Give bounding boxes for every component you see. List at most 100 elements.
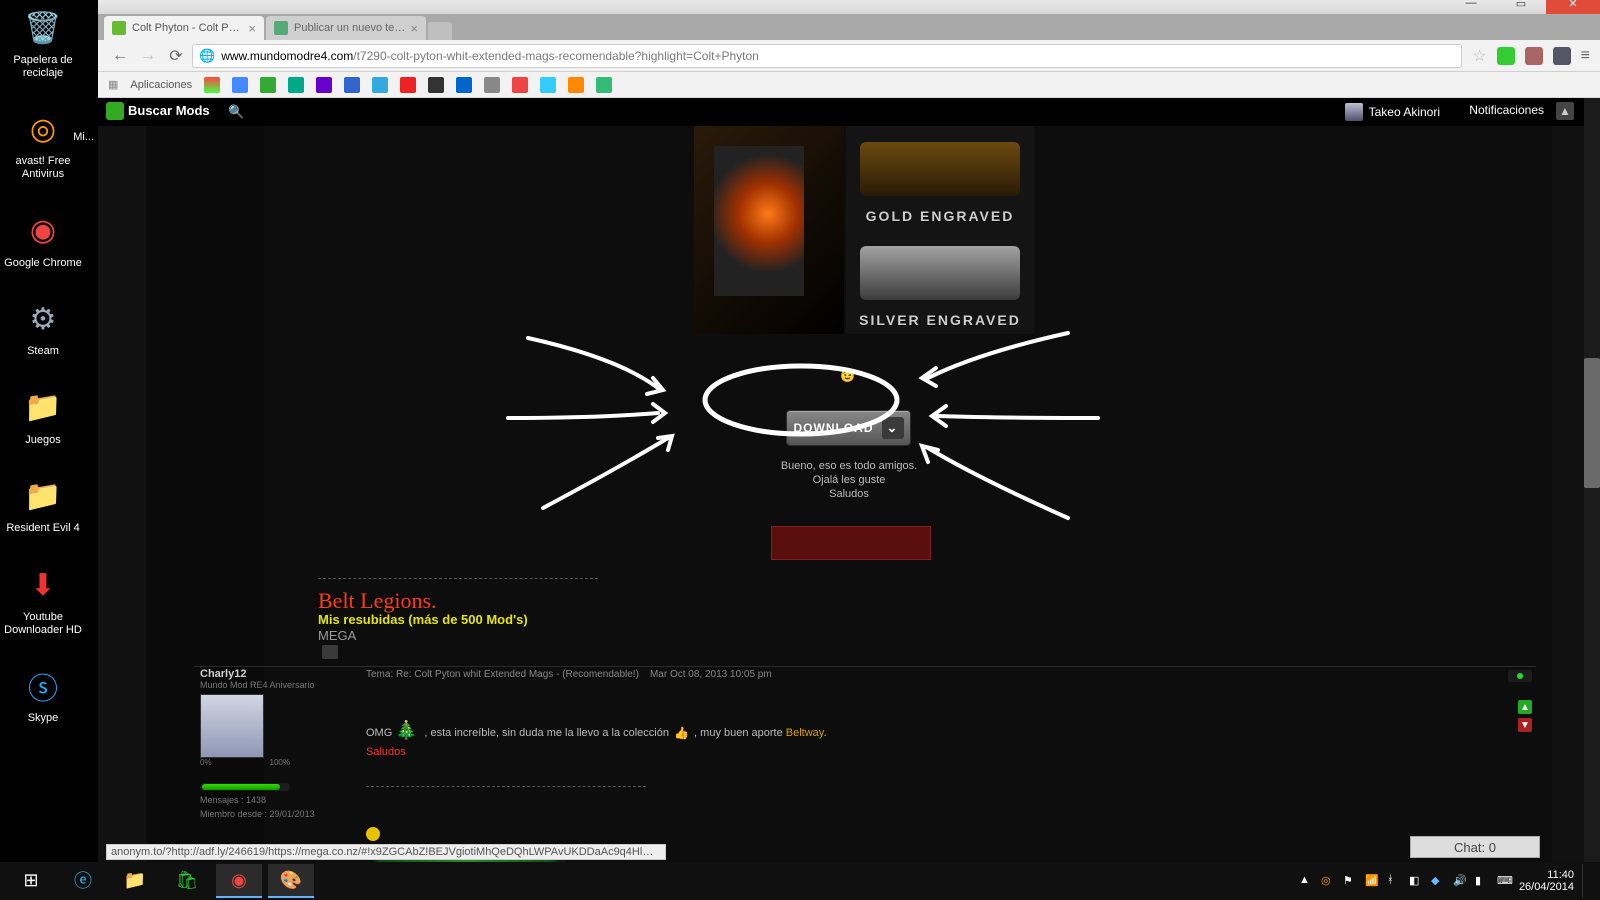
chrome-icon: ◉ <box>21 209 65 253</box>
browser-window: — ▭ ✕ Colt Phyton - Colt Pyton ... × Pub… <box>98 0 1600 862</box>
window-titlebar[interactable]: — ▭ ✕ <box>98 0 1600 14</box>
reload-button[interactable]: ⟳ <box>164 44 188 68</box>
reply-user-panel: Charly12 Mundo Mod RE4 Aniversario 0%100… <box>200 668 320 819</box>
signature-badge-icon[interactable] <box>322 645 338 659</box>
window-maximize-button[interactable]: ▭ <box>1496 0 1546 14</box>
bookmark-icon[interactable] <box>204 77 220 93</box>
bookmark-icon[interactable] <box>372 77 388 93</box>
taskbar-store[interactable]: 🛍 <box>164 864 210 898</box>
scrollbar[interactable] <box>1584 98 1600 862</box>
tray-icon[interactable]: ◧ <box>1409 874 1423 888</box>
url-path: /t7290-colt-pyton-whit-extended-mags-rec… <box>353 49 759 63</box>
reply-message: OMG , esta increíble, sin duda me la lle… <box>366 720 1536 758</box>
tab-title: Colt Phyton - Colt Pyton ... <box>132 22 244 34</box>
menu-button[interactable]: ≡ <box>1581 47 1590 65</box>
url-host: www.mundomodre4.com <box>221 49 353 63</box>
tray-icon[interactable]: ◆ <box>1431 874 1445 888</box>
scrollbar-thumb[interactable] <box>1584 358 1600 488</box>
browser-tab[interactable]: Publicar un nuevo tema ... × <box>266 16 426 40</box>
clock[interactable]: 11:40 26/04/2014 <box>1519 869 1574 893</box>
tray-icon[interactable]: ▲ <box>1299 874 1313 888</box>
recycle-bin-icon: 🗑️ <box>21 6 65 50</box>
extension-icon[interactable] <box>1497 47 1515 65</box>
bookmark-icon[interactable] <box>512 77 528 93</box>
signature-link[interactable]: MEGA <box>318 628 356 643</box>
status-bar-url: anonym.to/?http://adf.ly/246619/https://… <box>106 844 666 860</box>
tray-icon[interactable]: ⌨ <box>1497 874 1511 888</box>
bookmark-icon[interactable] <box>540 77 556 93</box>
bookmark-icon[interactable] <box>232 77 248 93</box>
desktop-icon-skype[interactable]: ⓢSkype <box>0 664 86 725</box>
back-button[interactable]: ← <box>108 44 132 68</box>
star-icon[interactable]: ☆ <box>1472 46 1486 66</box>
tray-volume-icon[interactable]: 🔊 <box>1453 874 1467 888</box>
bookmark-icon[interactable] <box>484 77 500 93</box>
bookmark-icon[interactable] <box>344 77 360 93</box>
window-close-button[interactable]: ✕ <box>1546 0 1600 14</box>
tab-close-icon[interactable]: × <box>410 21 418 36</box>
reply-rank: Mundo Mod RE4 Aniversario <box>200 680 320 690</box>
bookmark-icon[interactable] <box>568 77 584 93</box>
star-icon <box>366 827 380 841</box>
browser-tab-active[interactable]: Colt Phyton - Colt Pyton ... × <box>104 16 264 40</box>
taskbar-explorer[interactable]: 📁 <box>112 864 158 898</box>
desktop: 🗑️Papelera de reciclaje ◎avast! Free Ant… <box>0 0 98 900</box>
scroll-top-button[interactable]: ▲ <box>1556 102 1574 120</box>
bookmark-icon[interactable] <box>260 77 276 93</box>
desktop-icon-avast[interactable]: ◎avast! Free AntivirusMi... <box>0 107 86 180</box>
extension-icon[interactable] <box>1553 47 1571 65</box>
taskbar-paint[interactable]: 🎨 <box>268 864 314 898</box>
download-icon: ⬇ <box>21 563 65 607</box>
tab-close-icon[interactable]: × <box>248 21 256 36</box>
bookmark-icon[interactable] <box>288 77 304 93</box>
party-emoji-icon <box>395 720 421 746</box>
desktop-icon-juegos[interactable]: 📁Juegos <box>0 386 86 447</box>
bookmark-icon[interactable] <box>316 77 332 93</box>
bookmark-icon[interactable] <box>428 77 444 93</box>
tray-avast-icon[interactable]: ◎ <box>1321 874 1335 888</box>
taskbar-chrome[interactable]: ◉ <box>216 864 262 898</box>
taskbar-ie[interactable]: ⓔ <box>60 864 106 898</box>
chat-widget[interactable]: Chat: 0 <box>1410 836 1540 858</box>
desktop-icon-ytd[interactable]: ⬇Youtube Downloader HD <box>0 563 86 636</box>
reply-avatar[interactable] <box>200 694 264 758</box>
reply-messages: Mensajes : 1438 <box>200 795 320 805</box>
downvote-button[interactable]: ▼ <box>1518 718 1532 732</box>
hp-high: 100% <box>270 758 290 767</box>
taskbar: ⊞ ⓔ 📁 🛍 ◉ 🎨 ▲ ◎ ⚑ 📶 ᚼ ◧ ◆ 🔊 ▮ ⌨ 11:40 26… <box>0 862 1600 900</box>
reply-username[interactable]: Charly12 <box>200 668 320 680</box>
favicon-icon <box>274 21 288 35</box>
bookmark-icon[interactable] <box>456 77 472 93</box>
favicon-icon <box>112 21 126 35</box>
desktop-icon-steam[interactable]: ⚙Steam <box>0 297 86 358</box>
extension-icon[interactable] <box>1525 47 1543 65</box>
forward-button[interactable]: → <box>136 44 160 68</box>
bookmark-icon[interactable] <box>400 77 416 93</box>
reply-subject: Tema: Re: Colt Pyton whit Extended Mags … <box>366 669 639 680</box>
reply-date: Mar Oct 08, 2013 10:05 pm <box>650 669 772 680</box>
steam-icon: ⚙ <box>21 297 65 341</box>
tray-network-icon[interactable]: 📶 <box>1365 874 1379 888</box>
desktop-icon-chrome[interactable]: ◉Google Chrome <box>0 209 86 270</box>
online-status-icon <box>1508 670 1532 682</box>
post-divider <box>194 666 1536 667</box>
desktop-icon-re4[interactable]: 📁Resident Evil 4 <box>0 474 86 535</box>
upvote-button[interactable]: ▲ <box>1518 700 1532 714</box>
new-tab-button[interactable] <box>428 22 452 40</box>
desktop-icon-recycle[interactable]: 🗑️Papelera de reciclaje <box>0 6 86 79</box>
tray-flag-icon[interactable]: ⚑ <box>1343 874 1357 888</box>
bookmarks-label[interactable]: Aplicaciones <box>130 79 192 91</box>
bookmark-icon[interactable] <box>596 77 612 93</box>
tray-battery-icon[interactable]: ▮ <box>1475 874 1489 888</box>
tray-bluetooth-icon[interactable]: ᚼ <box>1387 874 1401 888</box>
reply-since: Miembro desde : 29/01/2013 <box>200 809 320 819</box>
start-button[interactable]: ⊞ <box>8 864 54 898</box>
url-input[interactable]: 🌐 www.mundomodre4.com/t7290-colt-pyton-w… <box>192 44 1462 68</box>
partial-icon-label: Mi... <box>73 131 94 144</box>
signature-subtitle[interactable]: Mis resubidas (más de 500 Mod's) <box>318 612 528 627</box>
window-minimize-button[interactable]: — <box>1446 0 1496 14</box>
folder-icon: 📁 <box>21 386 65 430</box>
show-desktop-button[interactable] <box>1582 864 1592 898</box>
reputation-bar <box>200 783 290 791</box>
mention-link[interactable]: Beltway <box>786 727 824 739</box>
